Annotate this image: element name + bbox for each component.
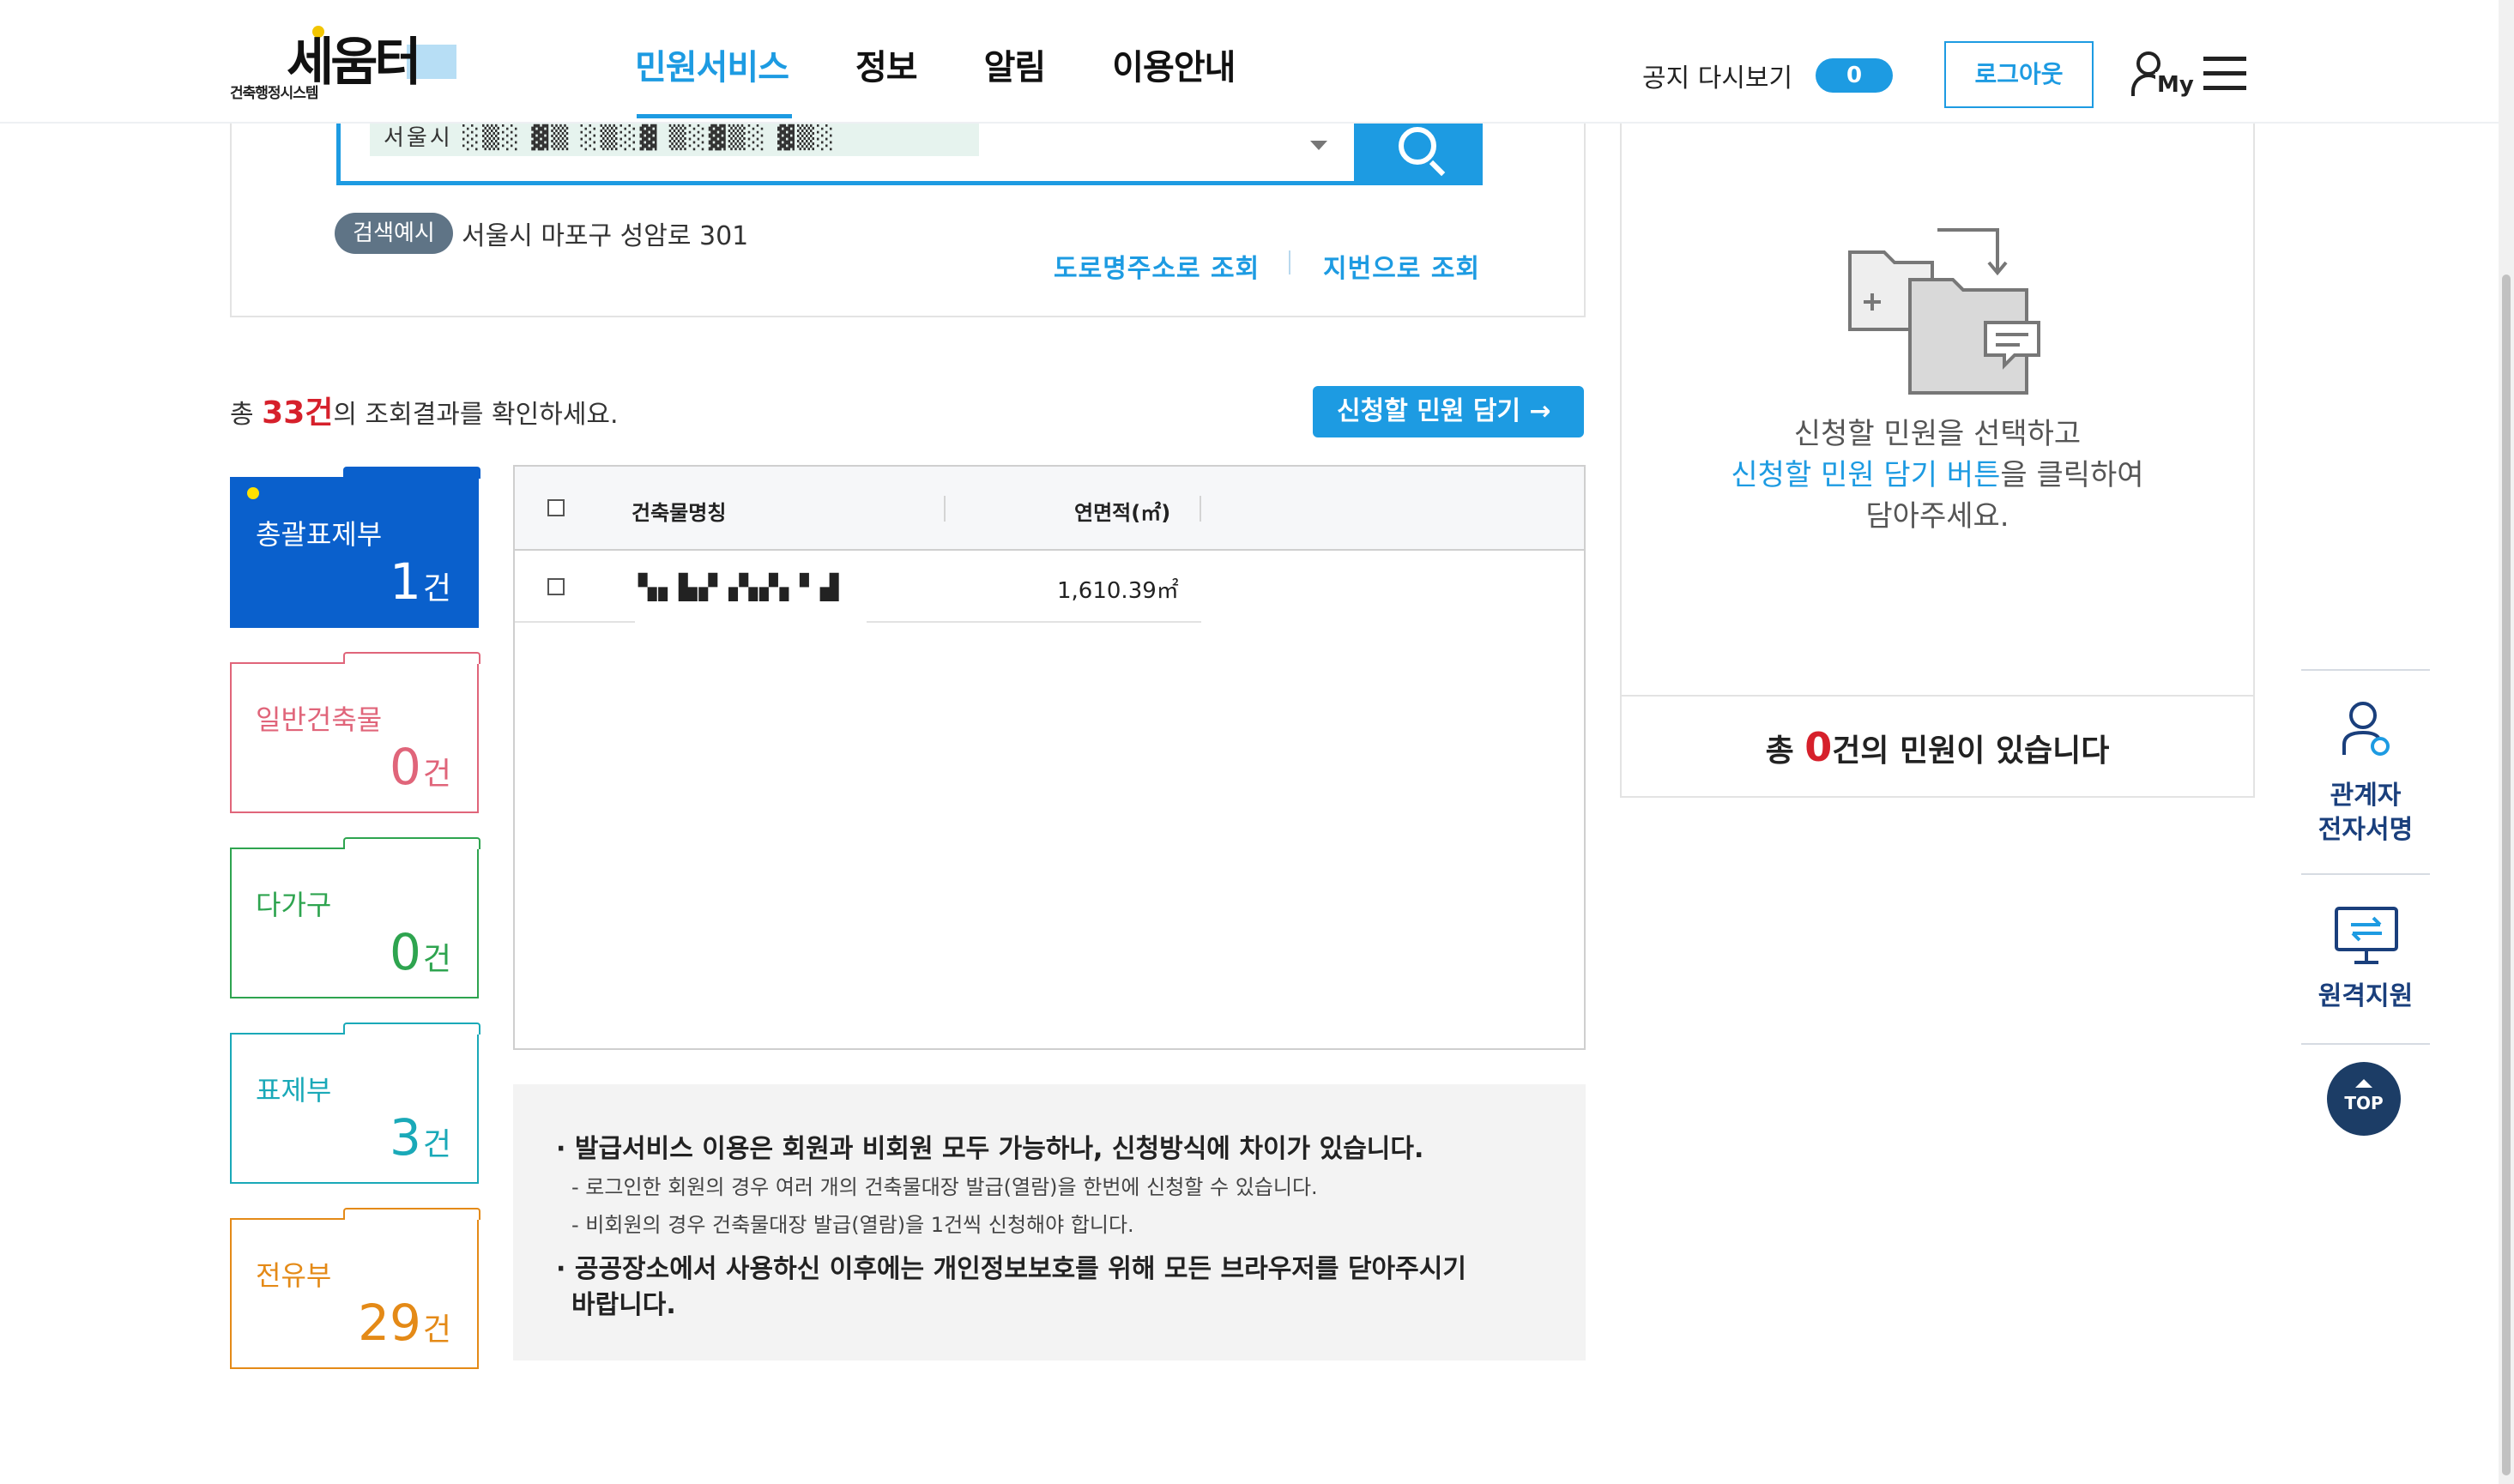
category-label: 표제부 [256, 1074, 332, 1107]
remote-support-monitor-icon[interactable] [2334, 906, 2399, 966]
my-label: My [2155, 72, 2196, 98]
cart-count-summary: 총 0건의 민원이 있습니다 [1622, 695, 2253, 796]
table-row[interactable]: ▚▖▙▞▗▚▞▖▘▟ 1,610.39㎡ [515, 552, 1201, 623]
quick-divider [2301, 873, 2430, 875]
select-all-checkbox[interactable] [547, 499, 565, 516]
quick-divider [2301, 1043, 2430, 1045]
remote-support-label[interactable]: 원격지원 [2301, 980, 2430, 1014]
related-party-sign-label[interactable]: 관계자 [2301, 779, 2430, 813]
info-notice-box: · 발급서비스 이용은 회원과 비회원 모두 가능하나, 신청방식에 차이가 있… [513, 1084, 1586, 1360]
category-count: 29건 [358, 1294, 451, 1352]
table-header: 건축물명칭 연면적(㎡) [515, 467, 1584, 551]
search-input-value: 서울시 ░▒░ ▓▒ ░▒░▓ ▒░▓▒░ ▓▒░ [370, 120, 979, 156]
notice-replay-label: 공지 다시보기 [1642, 63, 1793, 94]
nav-notice[interactable]: 알림 [984, 39, 1047, 118]
result-suffix: 의 조회결과를 확인하세요. [333, 400, 619, 430]
category-label: 전유부 [256, 1259, 332, 1292]
nav-guide[interactable]: 이용안내 [1112, 39, 1236, 118]
category-count: 3건 [389, 1108, 451, 1167]
nav-civil-service[interactable]: 민원서비스 [635, 39, 792, 118]
scrollbar-thumb[interactable] [2502, 274, 2511, 1475]
column-divider [944, 496, 946, 522]
notice-replay-toggle[interactable]: 0 [1816, 58, 1893, 93]
info-line: 바랍니다. [571, 1290, 676, 1320]
building-area-cell: 1,610.39㎡ [1057, 578, 1179, 604]
chevron-down-icon[interactable] [1310, 141, 1327, 150]
jibun-search-link[interactable]: 지번으로 조회 [1323, 247, 1480, 285]
quick-divider [2301, 669, 2430, 671]
active-dot [247, 487, 259, 499]
category-count: 1건 [389, 552, 451, 611]
search-example-text: 서울시 마포구 성암로 301 [462, 221, 749, 251]
search-icon [1399, 127, 1436, 165]
user-badge-icon[interactable] [2341, 700, 2392, 758]
info-line: · 공공장소에서 사용하신 이후에는 개인정보보호를 위해 모든 브라우저를 닫… [556, 1254, 1466, 1284]
page-scrollbar[interactable] [2499, 0, 2514, 1484]
cart-message: 신청할 민원 담기 버튼을 클릭하여 [1731, 458, 2144, 492]
category-label: 다가구 [256, 889, 332, 921]
category-count: 0건 [389, 738, 451, 796]
building-name-cell: ▚▖▙▞▗▚▞▖▘▟ [635, 552, 867, 623]
hamburger-menu-icon[interactable] [2203, 57, 2246, 91]
column-divider [1200, 496, 1201, 522]
cart-message: 신청할 민원을 선택하고 [1793, 417, 2082, 451]
logo-sub-text: 건축행정시스템 [230, 85, 318, 102]
category-card-exclusive[interactable]: 전유부 29건 [230, 1208, 480, 1369]
address-search-input[interactable]: 서울시 ░▒░ ▓▒ ░▒░▓ ▒░▓▒░ ▓▒░ [336, 120, 1481, 185]
category-card-summary[interactable]: 총괄표제부 1건 [230, 467, 480, 628]
cart-message: 담아주세요. [1865, 499, 2009, 534]
info-line: · 발급서비스 이용은 회원과 비회원 모두 가능하나, 신청방식에 차이가 있… [556, 1134, 1424, 1164]
scroll-top-button[interactable]: TOP [2327, 1062, 2401, 1136]
main-navigation: 민원서비스 정보 알림 이용안내 [635, 39, 1236, 118]
category-label: 일반건축물 [256, 703, 383, 736]
category-count: 0건 [389, 923, 451, 981]
info-line: - 비회원의 경우 건축물대장 발급(열람)을 1건씩 신청해야 합니다. [571, 1213, 1134, 1237]
result-prefix: 총 [230, 400, 263, 430]
category-label: 총괄표제부 [256, 518, 383, 551]
seumter-logo[interactable]: 세움터 건축행정시스템 [230, 26, 462, 103]
column-header-name: 건축물명칭 [632, 501, 727, 525]
nav-info[interactable]: 정보 [855, 39, 918, 118]
application-cart-panel: 신청할 민원을 선택하고 신청할 민원 담기 버튼을 클릭하여 담아주세요. 총… [1620, 124, 2255, 798]
folder-document-icon [1848, 228, 2040, 395]
column-header-area: 연면적(㎡) [1074, 501, 1171, 525]
site-header: 세움터 건축행정시스템 민원서비스 정보 알림 이용안내 공지 다시보기 0 로… [0, 0, 2499, 124]
my-page-icon[interactable]: My [2131, 48, 2196, 101]
add-to-cart-button[interactable]: 신청할 민원 담기 → [1313, 386, 1584, 437]
link-divider [1289, 250, 1290, 274]
result-table: 건축물명칭 연면적(㎡) ▚▖▙▞▗▚▞▖▘▟ 1,610.39㎡ [513, 465, 1586, 1050]
search-button[interactable] [1354, 120, 1483, 185]
row-checkbox[interactable] [547, 578, 565, 595]
cart-count: 0 [1804, 724, 1833, 770]
logout-button[interactable]: 로그아웃 [1944, 41, 2094, 108]
category-card-general[interactable]: 일반건축물 0건 [230, 652, 480, 813]
category-card-title-section[interactable]: 표제부 3건 [230, 1023, 480, 1184]
related-party-sign-label[interactable]: 전자서명 [2301, 813, 2430, 848]
category-card-multi-household[interactable]: 다가구 0건 [230, 837, 480, 998]
info-line: - 로그인한 회원의 경우 여러 개의 건축물대장 발급(열람)을 한번에 신청… [571, 1175, 1318, 1199]
result-summary: 총 33건의 조회결과를 확인하세요. [230, 388, 619, 432]
road-address-search-link[interactable]: 도로명주소로 조회 [1054, 247, 1260, 285]
search-example-badge: 검색예시 [335, 213, 453, 254]
result-count: 33건 [262, 395, 334, 431]
